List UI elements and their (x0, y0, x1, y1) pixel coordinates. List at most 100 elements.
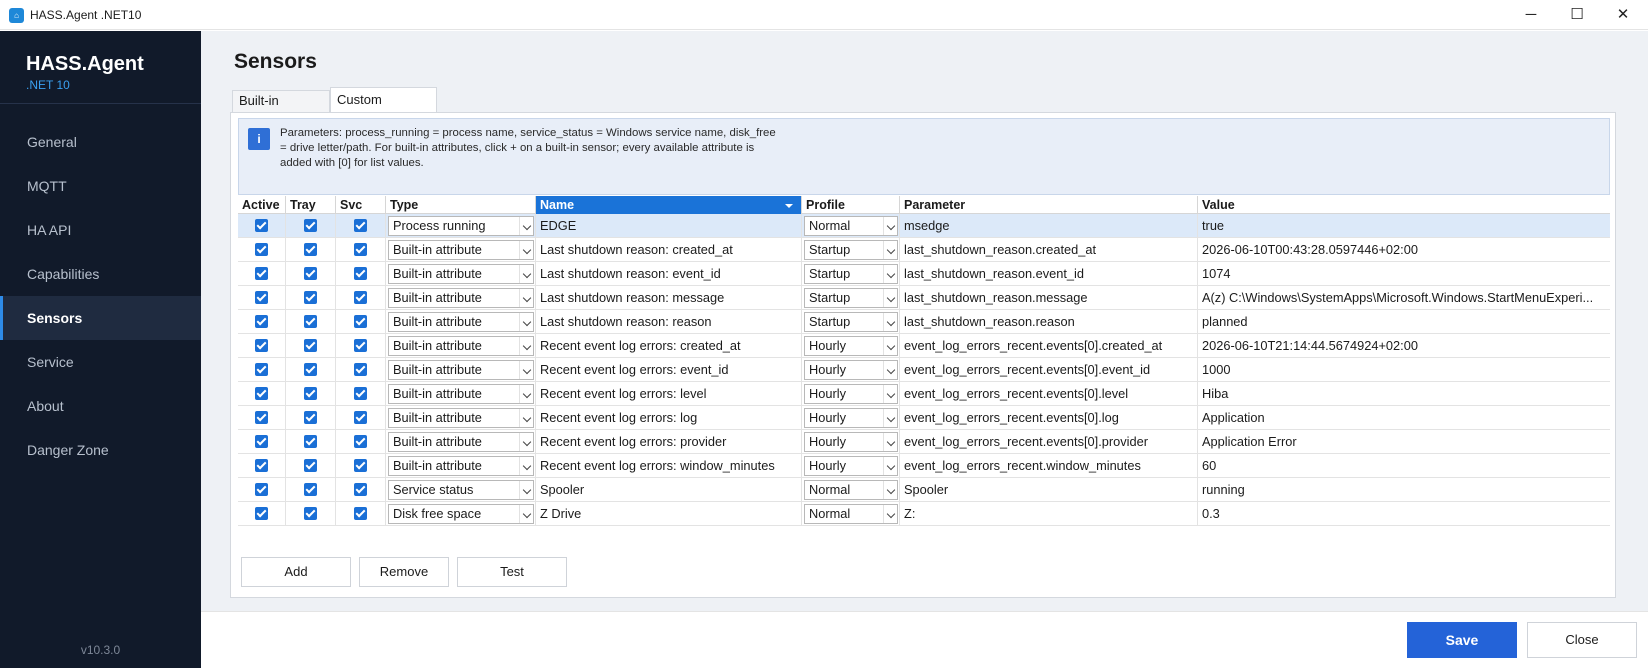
profile-select[interactable]: Hourly (804, 432, 898, 452)
svc-checkbox[interactable] (354, 363, 367, 376)
chevron-down-icon[interactable] (883, 265, 897, 283)
table-row[interactable]: Process running EDGE Normal msedge true (238, 214, 1610, 238)
svc-checkbox[interactable] (354, 459, 367, 472)
type-select[interactable]: Built-in attribute (388, 336, 534, 356)
chevron-down-icon[interactable] (519, 481, 533, 499)
name-cell[interactable]: Recent event log errors: log (536, 406, 802, 430)
active-checkbox[interactable] (255, 363, 268, 376)
profile-select[interactable]: Startup (804, 288, 898, 308)
svc-checkbox[interactable] (354, 483, 367, 496)
sidebar-item-capabilities[interactable]: Capabilities (0, 252, 201, 296)
tray-checkbox[interactable] (304, 291, 317, 304)
remove-button[interactable]: Remove (359, 557, 449, 587)
chevron-down-icon[interactable] (519, 217, 533, 235)
table-row[interactable]: Built-in attribute Recent event log error… (238, 406, 1610, 430)
parameter-cell[interactable]: last_shutdown_reason.created_at (900, 238, 1198, 262)
chevron-down-icon[interactable] (519, 457, 533, 475)
type-select[interactable]: Built-in attribute (388, 384, 534, 404)
type-select[interactable]: Built-in attribute (388, 288, 534, 308)
column-header-tray[interactable]: Tray (286, 196, 336, 214)
parameter-cell[interactable]: event_log_errors_recent.window_minutes (900, 454, 1198, 478)
profile-select[interactable]: Hourly (804, 360, 898, 380)
active-checkbox[interactable] (255, 507, 268, 520)
chevron-down-icon[interactable] (519, 505, 533, 523)
tab-built-in-sensors[interactable]: Built-in sensors (232, 90, 330, 128)
profile-select[interactable]: Hourly (804, 336, 898, 356)
column-header-profile[interactable]: Profile (802, 196, 900, 214)
tab-custom-sensors[interactable]: Custom sensors (330, 87, 437, 130)
name-cell[interactable]: Recent event log errors: window_minutes (536, 454, 802, 478)
sidebar-item-about[interactable]: About (0, 384, 201, 428)
active-checkbox[interactable] (255, 243, 268, 256)
profile-select[interactable]: Normal (804, 504, 898, 524)
name-cell[interactable]: Last shutdown reason: created_at (536, 238, 802, 262)
name-cell[interactable]: Z Drive (536, 502, 802, 526)
chevron-down-icon[interactable] (883, 241, 897, 259)
svc-checkbox[interactable] (354, 219, 367, 232)
test-button[interactable]: Test (457, 557, 567, 587)
type-select[interactable]: Built-in attribute (388, 360, 534, 380)
column-header-value[interactable]: Value (1198, 196, 1610, 214)
tray-checkbox[interactable] (304, 267, 317, 280)
svc-checkbox[interactable] (354, 387, 367, 400)
chevron-down-icon[interactable] (519, 385, 533, 403)
type-select[interactable]: Built-in attribute (388, 432, 534, 452)
parameter-cell[interactable]: Spooler (900, 478, 1198, 502)
chevron-down-icon[interactable] (883, 385, 897, 403)
active-checkbox[interactable] (255, 339, 268, 352)
active-checkbox[interactable] (255, 267, 268, 280)
chevron-down-icon[interactable] (883, 217, 897, 235)
name-cell[interactable]: Spooler (536, 478, 802, 502)
type-select[interactable]: Service status (388, 480, 534, 500)
chevron-down-icon[interactable] (883, 289, 897, 307)
name-cell[interactable]: Last shutdown reason: reason (536, 310, 802, 334)
svc-checkbox[interactable] (354, 435, 367, 448)
type-select[interactable]: Process running (388, 216, 534, 236)
name-cell[interactable]: Recent event log errors: event_id (536, 358, 802, 382)
active-checkbox[interactable] (255, 435, 268, 448)
column-header-active[interactable]: Active (238, 196, 286, 214)
active-checkbox[interactable] (255, 291, 268, 304)
tray-checkbox[interactable] (304, 507, 317, 520)
sidebar-item-danger-zone[interactable]: Danger Zone (0, 428, 201, 472)
name-cell[interactable]: EDGE (536, 214, 802, 238)
chevron-down-icon[interactable] (883, 361, 897, 379)
profile-select[interactable]: Startup (804, 264, 898, 284)
profile-select[interactable]: Normal (804, 216, 898, 236)
tray-checkbox[interactable] (304, 387, 317, 400)
chevron-down-icon[interactable] (883, 313, 897, 331)
svc-checkbox[interactable] (354, 339, 367, 352)
table-row[interactable]: Built-in attribute Recent event log error… (238, 454, 1610, 478)
profile-select[interactable]: Hourly (804, 456, 898, 476)
chevron-down-icon[interactable] (519, 433, 533, 451)
svc-checkbox[interactable] (354, 291, 367, 304)
table-row[interactable]: Built-in attribute Recent event log error… (238, 382, 1610, 406)
column-header-svc[interactable]: Svc (336, 196, 386, 214)
tray-checkbox[interactable] (304, 315, 317, 328)
parameter-cell[interactable]: event_log_errors_recent.events[0].event_… (900, 358, 1198, 382)
maximize-button[interactable]: ☐ (1554, 0, 1600, 30)
table-row[interactable]: Built-in attribute Recent event log error… (238, 334, 1610, 358)
svc-checkbox[interactable] (354, 411, 367, 424)
profile-select[interactable]: Startup (804, 240, 898, 260)
parameter-cell[interactable]: event_log_errors_recent.events[0].create… (900, 334, 1198, 358)
tray-checkbox[interactable] (304, 219, 317, 232)
table-row[interactable]: Built-in attribute Last shutdown reason: … (238, 310, 1610, 334)
parameter-cell[interactable]: Z: (900, 502, 1198, 526)
tray-checkbox[interactable] (304, 483, 317, 496)
table-row[interactable]: Built-in attribute Last shutdown reason: … (238, 286, 1610, 310)
type-select[interactable]: Built-in attribute (388, 264, 534, 284)
active-checkbox[interactable] (255, 219, 268, 232)
parameter-cell[interactable]: last_shutdown_reason.reason (900, 310, 1198, 334)
save-button[interactable]: Save (1407, 622, 1517, 658)
type-select[interactable]: Built-in attribute (388, 408, 534, 428)
chevron-down-icon[interactable] (519, 265, 533, 283)
table-row[interactable]: Built-in attribute Last shutdown reason: … (238, 262, 1610, 286)
parameter-cell[interactable]: last_shutdown_reason.message (900, 286, 1198, 310)
column-header-type[interactable]: Type (386, 196, 536, 214)
column-header-parameter[interactable]: Parameter (900, 196, 1198, 214)
type-select[interactable]: Built-in attribute (388, 240, 534, 260)
svc-checkbox[interactable] (354, 243, 367, 256)
table-row[interactable]: Built-in attribute Recent event log error… (238, 430, 1610, 454)
chevron-down-icon[interactable] (883, 433, 897, 451)
